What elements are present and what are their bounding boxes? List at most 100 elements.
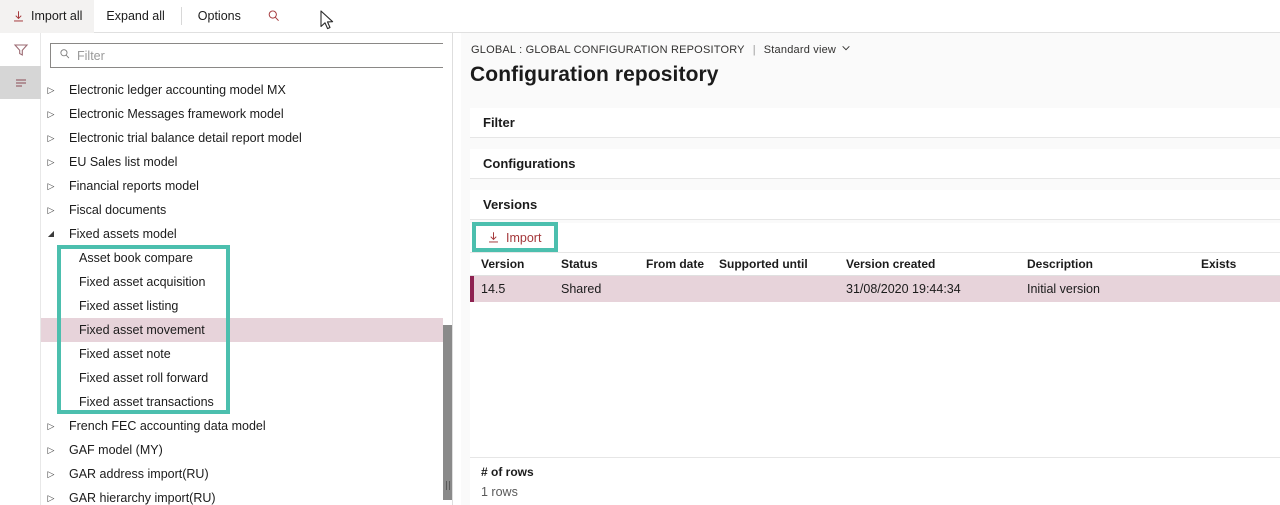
tree-node[interactable]: ▷ GAR hierarchy import(RU) (41, 486, 452, 505)
tree-node-label: EU Sales list model (69, 155, 178, 169)
tree-node-label: GAR address import(RU) (69, 467, 209, 481)
tree-node[interactable]: ◢ Fixed assets model (41, 222, 452, 246)
table-row[interactable]: 14.5 Shared 31/08/2020 19:44:34 Initial ver… (470, 276, 1280, 302)
tree-node[interactable]: Fixed asset note (41, 342, 452, 366)
column-header[interactable]: Version (481, 253, 524, 276)
chevron-collapsed-icon[interactable]: ▷ (41, 126, 61, 150)
content-pane: GLOBAL : GLOBAL CONFIGURATION REPOSITORY… (461, 33, 1280, 505)
import-button-label: Import (506, 230, 542, 245)
chevron-collapsed-icon[interactable]: ▷ (41, 486, 61, 505)
versions-grid: Version Status From date Supported until Ver… (470, 253, 1280, 457)
expand-all-label: Expand all (106, 9, 165, 23)
chevron-collapsed-icon[interactable]: ▷ (41, 150, 61, 174)
chevron-collapsed-icon[interactable]: ▷ (41, 174, 61, 198)
versions-toolbar: Import (470, 223, 1280, 253)
options-label: Options (197, 9, 241, 23)
tree-node[interactable]: ▷ Fiscal documents (41, 198, 452, 222)
tree-node[interactable]: Fixed asset movement (41, 318, 452, 342)
tree-scrollbar-thumb[interactable] (443, 325, 452, 500)
section-versions[interactable]: Versions (470, 190, 1280, 220)
versions-grid-header: Version Status From date Supported until Ver… (470, 253, 1280, 276)
versions-grid-body: 14.5 Shared 31/08/2020 19:44:34 Initial ver… (470, 276, 1280, 302)
section-configurations-label: Configurations (483, 156, 576, 171)
tree-node-label: Asset book compare (79, 251, 193, 265)
grid-footer: # of rows 1 rows (470, 457, 1280, 505)
configuration-tree-panel: Filter ▷ Electronic ledger accounting mod… (41, 33, 453, 505)
tree-node-label: Electronic Messages framework model (69, 107, 284, 121)
chevron-collapsed-icon[interactable]: ▷ (41, 414, 61, 438)
tree-node[interactable]: Fixed asset roll forward (41, 366, 452, 390)
list-rail-button[interactable] (0, 66, 41, 99)
column-header[interactable]: Exists (1201, 253, 1236, 276)
chevron-expanded-icon[interactable]: ◢ (41, 222, 61, 246)
tree-node[interactable]: ▷ GAR address import(RU) (41, 462, 452, 486)
table-cell-status[interactable]: Shared (561, 276, 601, 302)
options-button[interactable]: Options (186, 0, 253, 33)
chevron-collapsed-icon[interactable]: ▷ (41, 102, 61, 126)
expand-all-button[interactable]: Expand all (94, 0, 176, 33)
configuration-tree[interactable]: ▷ Electronic ledger accounting model MX ▷ E… (41, 78, 452, 505)
section-versions-label: Versions (483, 197, 538, 212)
tree-node[interactable]: ▷ French FEC accounting data model (41, 414, 452, 438)
command-search-button[interactable] (253, 0, 295, 33)
tree-node-label: Fixed asset movement (79, 323, 205, 337)
column-header[interactable]: From date (646, 253, 704, 276)
section-filter[interactable]: Filter (470, 108, 1280, 138)
column-header[interactable]: Supported until (719, 253, 808, 276)
chevron-collapsed-icon[interactable]: ▷ (41, 438, 61, 462)
chevron-collapsed-icon[interactable]: ▷ (41, 198, 61, 222)
column-header[interactable]: Status (561, 253, 598, 276)
chevron-collapsed-icon[interactable]: ▷ (41, 78, 61, 102)
tree-node[interactable]: Fixed asset transactions (41, 390, 452, 414)
tree-node[interactable]: Asset book compare (41, 246, 452, 270)
tree-node[interactable]: Fixed asset listing (41, 294, 452, 318)
page-title: Configuration repository (470, 63, 719, 86)
table-cell-version[interactable]: 14.5 (481, 276, 505, 302)
search-icon (59, 48, 71, 63)
search-icon (267, 9, 281, 23)
download-icon (12, 10, 25, 23)
breadcrumb-company: GLOBAL : GLOBAL CONFIGURATION REPOSITORY (471, 43, 745, 56)
download-icon (487, 231, 500, 244)
import-all-button[interactable]: Import all (0, 0, 95, 33)
table-cell-version-created[interactable]: 31/08/2020 19:44:34 (846, 276, 961, 302)
view-selector-label: Standard view (763, 43, 837, 56)
table-cell-description[interactable]: Initial version (1027, 276, 1100, 302)
tree-node-label: Electronic trial balance detail report m… (69, 131, 302, 145)
breadcrumb: GLOBAL : GLOBAL CONFIGURATION REPOSITORY… (471, 43, 851, 56)
import-button[interactable]: Import (476, 225, 552, 251)
tree-node-label: Fixed assets model (69, 227, 177, 241)
rows-count-label: # of rows (481, 465, 534, 479)
tree-node-label: GAF model (MY) (69, 443, 163, 457)
chevron-collapsed-icon[interactable]: ▷ (41, 462, 61, 486)
toolbar-divider (180, 7, 182, 25)
import-all-label: Import all (31, 9, 83, 23)
filter-rail-button[interactable] (0, 33, 41, 66)
tree-filter-input[interactable]: Filter (50, 43, 444, 68)
tree-node[interactable]: ▷ Electronic ledger accounting model MX (41, 78, 452, 102)
tree-node[interactable]: ▷ Electronic Messages framework model (41, 102, 452, 126)
tree-node-label: Fixed asset note (79, 347, 171, 361)
tree-node[interactable]: Fixed asset acquisition (41, 270, 452, 294)
view-selector[interactable]: Standard view (764, 43, 851, 56)
chevron-down-icon (841, 43, 851, 56)
command-bar: Import all Expand all Options (0, 0, 1280, 33)
tree-node-label: French FEC accounting data model (69, 419, 266, 433)
tree-node[interactable]: ▷ Electronic trial balance detail report … (41, 126, 452, 150)
left-icon-rail (0, 33, 41, 505)
breadcrumb-separator: | (752, 43, 756, 56)
filter-funnel-icon (13, 42, 29, 58)
column-header[interactable]: Description (1027, 253, 1093, 276)
tree-node[interactable]: ▷ EU Sales list model (41, 150, 452, 174)
tree-filter-placeholder: Filter (77, 48, 105, 63)
tree-scrollbar-grip[interactable] (446, 481, 450, 490)
tree-node[interactable]: ▷ GAF model (MY) (41, 438, 452, 462)
column-header[interactable]: Version created (846, 253, 935, 276)
tree-node-label: Fiscal documents (69, 203, 167, 217)
tree-node-label: Financial reports model (69, 179, 199, 193)
tree-node[interactable]: ▷ Financial reports model (41, 174, 452, 198)
tree-node-label: Fixed asset roll forward (79, 371, 209, 385)
tree-node-label: Electronic ledger accounting model MX (69, 83, 286, 97)
rows-count-value: 1 rows (481, 485, 518, 499)
section-configurations[interactable]: Configurations (470, 149, 1280, 179)
